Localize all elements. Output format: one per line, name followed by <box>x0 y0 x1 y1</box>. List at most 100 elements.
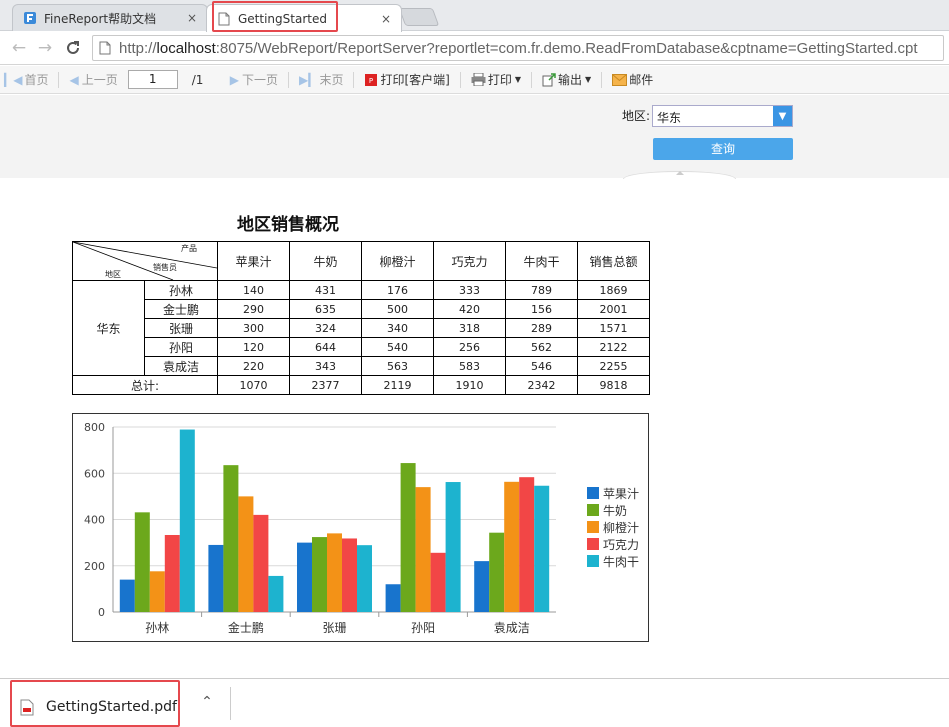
last-page-label: 末页 <box>319 73 344 87</box>
column-header: 柳橙汁 <box>361 241 434 281</box>
total-cell: 2342 <box>505 375 578 395</box>
bar <box>534 485 550 612</box>
total-value-cell: 2122 <box>577 337 650 357</box>
x-tick-label: 袁成洁 <box>494 621 530 635</box>
download-item[interactable]: GettingStarted.pdf <box>12 687 178 727</box>
collapse-panel-handle[interactable] <box>623 171 736 179</box>
value-cell: 644 <box>289 337 362 357</box>
bar <box>415 487 431 612</box>
next-page-button[interactable]: ▶ 下一页 <box>230 71 278 88</box>
export-button[interactable]: 输出 ▼ <box>542 71 591 88</box>
region-value: 华东 <box>657 111 682 125</box>
bar <box>253 514 269 612</box>
legend-label: 牛奶 <box>603 503 627 518</box>
x-tick-label: 孙林 <box>145 621 169 635</box>
page-icon <box>217 12 231 26</box>
chevron-down-icon[interactable]: ▼ <box>773 106 792 126</box>
forward-arrow-icon[interactable]: → <box>34 37 56 59</box>
value-cell: 540 <box>361 337 434 357</box>
mail-label: 邮件 <box>629 73 654 87</box>
report-toolbar: ▎◀ 首页 ◀ 上一页 1 /1 ▶ 下一页 ▶▎ 末页 P 打印[客户端] 打… <box>0 66 949 94</box>
pdf-file-icon <box>20 699 34 716</box>
first-page-icon: ▎◀ <box>4 72 23 87</box>
report-table: 产品 销售员 地区 苹果汁 牛奶 柳橙汁 巧克力 牛肉干 销售总额 华东 孙林 … <box>72 241 650 395</box>
bar <box>149 571 165 612</box>
table-row: 华东 孙林 140 431 176 333 789 1869 <box>72 280 650 376</box>
chevron-up-icon[interactable]: ⌃ <box>198 694 216 712</box>
tab-getting-started[interactable]: GettingStarted × <box>206 4 402 32</box>
tab-finereport-help[interactable]: FineReport帮助文档 × <box>12 4 208 31</box>
column-header: 巧克力 <box>433 241 506 281</box>
value-cell: 256 <box>433 337 506 357</box>
total-cell: 2377 <box>289 375 362 395</box>
divider <box>230 687 231 720</box>
value-cell: 333 <box>433 280 506 300</box>
region-label: 地区: <box>622 109 651 123</box>
query-button[interactable]: 查询 <box>653 138 793 160</box>
bar <box>357 545 372 612</box>
table-row: 孙阳 120 644 540 256 562 2122 <box>73 337 650 357</box>
print-client-button[interactable]: P 打印[客户端] <box>364 71 450 88</box>
y-tick-label: 0 <box>98 606 105 619</box>
last-page-icon: ▶▎ <box>298 72 318 87</box>
value-cell: 343 <box>289 356 362 376</box>
tab-title: GettingStarted <box>238 11 327 26</box>
report-title: 地区销售概况 <box>237 215 339 235</box>
value-cell: 324 <box>289 318 362 338</box>
x-tick-label: 张珊 <box>322 621 346 635</box>
bar <box>430 552 446 612</box>
legend-swatch <box>587 487 599 499</box>
new-tab-button[interactable] <box>398 8 440 26</box>
value-cell: 546 <box>505 356 578 376</box>
bar <box>134 512 150 612</box>
chart-canvas: 0 200 400 600 800 孙林 金士鹏 张珊 孙阳 袁成洁 苹果汁牛奶柳橙汁巧克力牛肉干 <box>84 421 639 635</box>
mail-button[interactable]: 邮件 <box>612 71 653 88</box>
download-filename: GettingStarted.pdf <box>46 699 177 715</box>
finereport-logo-icon <box>23 11 37 25</box>
value-cell: 176 <box>361 280 434 300</box>
bar <box>164 534 180 612</box>
print-button[interactable]: 打印 ▼ <box>471 71 521 88</box>
close-icon[interactable]: × <box>187 11 197 25</box>
column-header: 销售总额 <box>577 241 650 281</box>
total-cell: 2119 <box>361 375 434 395</box>
total-value-cell: 2001 <box>577 299 650 319</box>
tab-strip: FineReport帮助文档 × GettingStarted × <box>0 0 949 32</box>
table-row: 金士鹏 290 635 500 420 156 2001 <box>73 299 650 319</box>
seller-name-cell: 孙林 <box>144 280 218 300</box>
legend-swatch <box>587 504 599 516</box>
reload-icon[interactable] <box>62 37 84 59</box>
downloads-bar: GettingStarted.pdf ⌃ <box>0 678 949 727</box>
legend-label: 苹果汁 <box>603 487 639 501</box>
prev-page-icon: ◀ <box>69 72 79 87</box>
y-tick-label: 600 <box>84 467 105 480</box>
address-bar: ← → http://localhost:8075/WebReport/Repo… <box>0 31 949 65</box>
value-cell: 635 <box>289 299 362 319</box>
column-header: 牛奶 <box>289 241 362 281</box>
header-corner-cell: 产品 销售员 地区 <box>72 241 218 281</box>
next-page-icon: ▶ <box>229 72 239 87</box>
value-cell: 220 <box>217 356 290 376</box>
region-select[interactable]: 华东 ▼ <box>652 105 793 127</box>
total-value-cell: 2255 <box>577 356 650 376</box>
seller-name-cell: 孙阳 <box>144 337 218 357</box>
bar <box>489 532 505 612</box>
value-cell: 340 <box>361 318 434 338</box>
total-cell: 1070 <box>217 375 290 395</box>
bar <box>342 538 357 612</box>
y-tick-label: 800 <box>84 421 105 434</box>
back-arrow-icon[interactable]: ← <box>8 37 30 59</box>
pdf-print-icon: P <box>364 73 378 87</box>
value-cell: 289 <box>505 318 578 338</box>
close-icon[interactable]: × <box>381 12 391 26</box>
value-cell: 500 <box>361 299 434 319</box>
url-input[interactable]: http://localhost:8075/WebReport/ReportSe… <box>92 35 944 61</box>
seller-name-cell: 袁成洁 <box>144 356 218 376</box>
last-page-button[interactable]: ▶▎ 末页 <box>299 71 343 88</box>
bar <box>312 537 327 612</box>
bar <box>504 481 520 612</box>
prev-page-button[interactable]: ◀ 上一页 <box>69 71 117 88</box>
page-number-input[interactable]: 1 <box>127 70 178 89</box>
bar <box>179 429 195 612</box>
first-page-button[interactable]: ▎◀ 首页 <box>4 71 48 88</box>
